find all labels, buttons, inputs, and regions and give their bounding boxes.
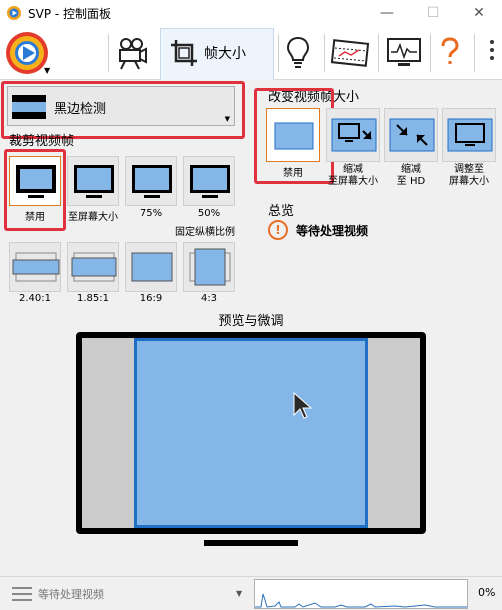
black-bar-icon <box>12 95 46 119</box>
warning-icon: ! <box>268 220 288 240</box>
crop-50-tile[interactable] <box>183 156 235 206</box>
fit-to-screen-tile[interactable] <box>442 108 496 162</box>
aspect-169-icon <box>131 252 173 282</box>
preview-screen <box>82 338 420 528</box>
crop-185-label: 1.85:1 <box>77 293 109 304</box>
crop-75-label: 75% <box>139 208 163 219</box>
menu-icon[interactable] <box>12 587 32 605</box>
window-title: SVP - 控制面板 <box>28 7 112 21</box>
monitor-pulse-icon <box>387 38 421 66</box>
monitor-button[interactable] <box>384 29 424 77</box>
usage-graph-icon <box>255 593 467 608</box>
close-button[interactable]: ✕ <box>456 0 502 26</box>
summary-title: 总览 <box>268 204 295 219</box>
crop-240-label: 2.40:1 <box>19 293 51 304</box>
dropdown-label: 黑边检测 <box>54 102 107 117</box>
fit-to-screen-label: 调整至 屏幕大小 <box>449 164 489 187</box>
video-button[interactable] <box>112 29 152 77</box>
frame-size-tab-icon-wrap[interactable] <box>168 29 200 77</box>
monitor-stand <box>204 540 298 546</box>
toolbar-separator <box>430 34 431 72</box>
fixed-aspect-ratio-label: 固定纵横比例 <box>175 227 235 238</box>
toolbar-separator <box>474 34 475 72</box>
aspect-185-icon <box>71 252 117 282</box>
more-vertical-icon[interactable] <box>488 40 496 60</box>
dropdown-arrow-icon: ▼ <box>224 115 230 123</box>
preview-frame[interactable] <box>134 338 368 528</box>
shrink-to-screen-icon <box>331 118 377 152</box>
usage-percent: 0% <box>478 586 496 599</box>
monitor-icon <box>132 165 172 198</box>
toolbar-separator <box>278 34 279 72</box>
shrink-to-screen-label: 缩减 至屏幕大小 <box>328 164 378 187</box>
shrink-to-hd-icon <box>389 118 435 152</box>
crop-169-label: 16:9 <box>139 293 163 304</box>
crop-43-tile[interactable] <box>183 242 235 292</box>
maximize-button[interactable]: ☐ <box>410 0 456 26</box>
aspect-240-icon <box>12 252 60 282</box>
crop-75-tile[interactable] <box>125 156 177 206</box>
toolbar-separator <box>378 34 379 72</box>
resize-disabled-icon <box>274 122 314 150</box>
crop-43-label: 4:3 <box>200 293 218 304</box>
film-camera-icon <box>119 38 147 70</box>
minimize-button[interactable]: — <box>364 0 410 26</box>
logo-dropdown-arrow-icon[interactable]: ▼ <box>44 66 50 75</box>
preview-title: 预览与微调 <box>218 314 284 329</box>
title-bar: SVP - 控制面板 — ☐ ✕ <box>0 0 502 26</box>
svp-app-icon <box>7 6 21 20</box>
toolbar-separator <box>108 34 109 72</box>
crop-disabled-tile[interactable] <box>9 156 61 206</box>
crop-50-label: 50% <box>197 208 221 219</box>
help-button[interactable] <box>436 29 464 77</box>
fit-to-screen-icon <box>447 118 493 152</box>
crop-icon <box>171 40 197 66</box>
tips-button[interactable] <box>282 29 314 77</box>
resize-disabled-tile[interactable] <box>266 108 320 162</box>
status-dropdown-arrow-icon[interactable]: ▼ <box>236 589 242 598</box>
shrink-to-hd-tile[interactable] <box>384 108 438 162</box>
toolbar: ▼ 帧大小 <box>0 26 502 80</box>
frame-size-panel: 黑边检测 ▼ 裁剪视频帧 禁用 至屏幕大小 75% 50% 固定纵横比例 2.4… <box>0 80 502 576</box>
crop-169-tile[interactable] <box>125 242 177 292</box>
monitor-icon <box>16 165 56 198</box>
monitor-icon <box>190 165 230 198</box>
resize-disabled-label: 禁用 <box>283 168 303 179</box>
question-icon <box>441 37 459 64</box>
crop-to-screen-label: 至屏幕大小 <box>68 212 118 223</box>
filmstrip-button[interactable] <box>330 29 372 77</box>
crop-185-tile[interactable] <box>67 242 119 292</box>
tab-frame-size-label[interactable]: 帧大小 <box>204 43 246 63</box>
status-bar: 等待处理视频 ▼ 0% <box>0 576 502 610</box>
cpu-usage-graph <box>254 579 468 609</box>
aspect-43-icon <box>189 248 231 286</box>
mouse-cursor-icon <box>293 391 313 419</box>
lightbulb-icon <box>286 36 310 68</box>
crop-240-tile[interactable] <box>9 242 61 292</box>
crop-to-screen-tile[interactable] <box>67 156 119 206</box>
crop-section-title: 裁剪视频帧 <box>9 134 75 149</box>
preview-monitor <box>76 332 426 534</box>
filmstrip-icon <box>331 39 370 67</box>
crop-disabled-label: 禁用 <box>25 212 45 223</box>
monitor-icon <box>74 165 114 198</box>
status-bar-text: 等待处理视频 <box>38 588 104 601</box>
shrink-to-hd-label: 缩减 至 HD <box>396 164 426 187</box>
summary-status: 等待处理视频 <box>296 224 369 238</box>
shrink-to-screen-tile[interactable] <box>326 108 380 162</box>
toolbar-separator <box>324 34 325 72</box>
black-bar-detect-dropdown[interactable]: 黑边检测 ▼ <box>7 86 235 126</box>
